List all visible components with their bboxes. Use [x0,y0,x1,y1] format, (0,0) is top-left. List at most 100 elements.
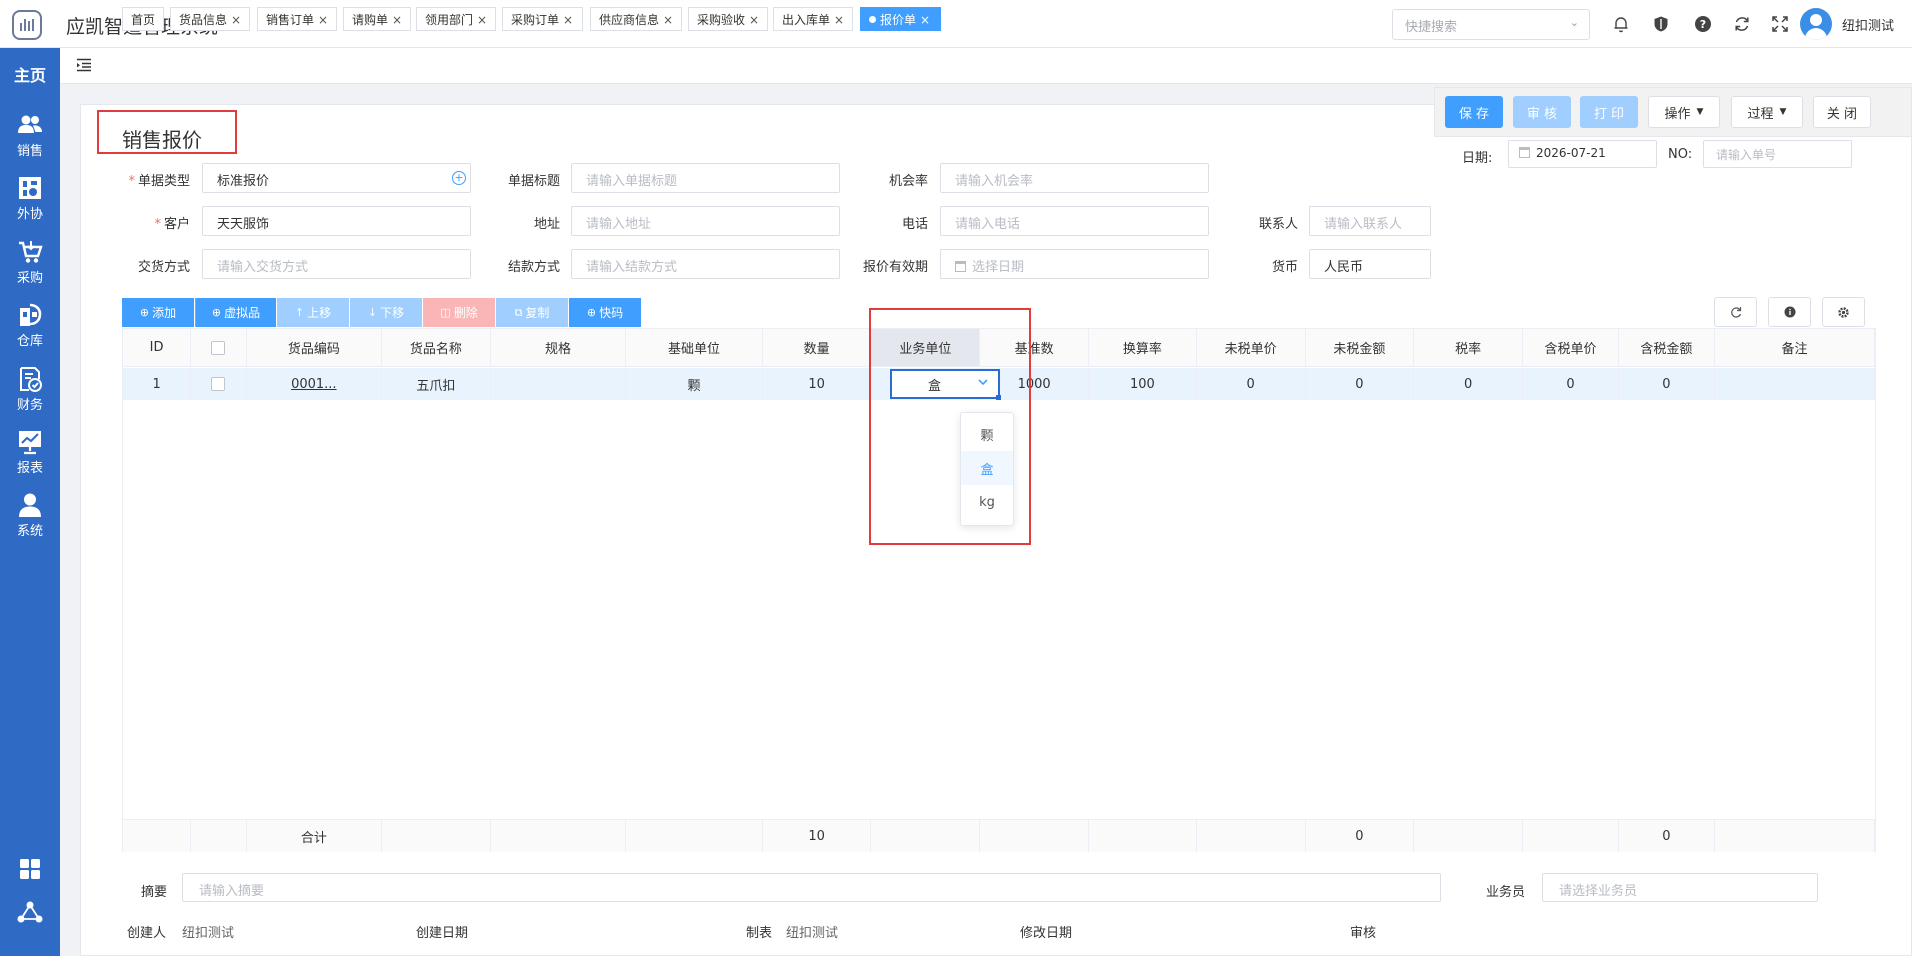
table-refresh-icon[interactable] [1714,297,1757,327]
payment-input[interactable]: 请输入结款方式 [571,249,840,279]
sidebar-item-report[interactable]: 报表 [0,429,60,476]
menu-collapse-icon[interactable] [76,58,92,72]
tab-2[interactable]: 销售订单 × [257,7,338,31]
sidebar-item-outsource[interactable]: 外协 [0,175,60,222]
delivery-input[interactable]: 请输入交货方式 [202,249,471,279]
table-cell[interactable]: 0 [1414,368,1524,400]
close-icon[interactable]: × [920,13,930,27]
sidebar-item-system[interactable]: 系统 [0,492,60,539]
table-cell[interactable]: 0 [1619,368,1715,400]
close-icon[interactable]: × [663,13,673,27]
table-cell[interactable] [191,820,247,852]
add-circle-icon[interactable]: + [452,171,466,185]
table-cell[interactable]: 合计 [247,820,383,852]
table-cell[interactable]: 0001... [247,368,383,400]
doc-title-input[interactable]: 请输入单据标题 [571,163,840,193]
salesperson-select[interactable]: 请选择业务员 [1542,873,1818,902]
close-icon[interactable]: × [477,13,487,27]
sidebar-item-home[interactable]: 主页 [0,62,60,86]
quick-code-button[interactable]: ⊕ 快码 [569,298,641,327]
tab-5[interactable]: 采购订单 × [502,7,583,31]
add-row-button[interactable]: ⊕ 添加 [122,298,194,327]
table-cell[interactable]: 颗 [626,368,763,400]
tab-4[interactable]: 领用部门 × [416,7,497,31]
operate-dropdown-button[interactable]: 操作 ▼ [1648,96,1720,128]
phone-input[interactable]: 请输入电话 [940,206,1209,236]
close-icon[interactable]: × [318,13,328,27]
move-down-button[interactable]: ↓ 下移 [350,298,422,327]
move-up-button[interactable]: ↑ 上移 [277,298,349,327]
table-cell[interactable]: 0 [1619,820,1715,852]
currency-field[interactable]: 人民币 [1309,249,1431,279]
table-cell[interactable] [626,820,763,852]
info-icon[interactable] [1768,297,1811,327]
tab-1[interactable]: 货品信息 × [170,7,251,31]
close-icon[interactable]: × [563,13,573,27]
table-cell[interactable]: 10 [763,368,872,400]
bell-icon[interactable] [1610,13,1632,35]
close-button[interactable]: 关 闭 [1813,96,1871,128]
audit-button[interactable]: 审 核 [1513,96,1571,128]
tab-0[interactable]: 首页 [122,7,165,31]
table-cell[interactable] [1197,820,1306,852]
copy-row-button[interactable]: ⧉ 复制 [496,298,568,327]
doc-type-field[interactable]: 标准报价 + [202,163,471,193]
shield-icon[interactable] [1650,13,1672,35]
table-cell[interactable]: 0 [1306,368,1415,400]
apps-grid-icon[interactable] [17,856,43,882]
table-cell[interactable] [1089,820,1197,852]
contact-input[interactable]: 请输入联系人 [1309,206,1431,236]
delete-row-button[interactable]: ◫ 删除 [423,298,495,327]
table-cell[interactable]: 0 [1306,820,1415,852]
tab-3[interactable]: 请购单 × [343,7,412,31]
table-cell[interactable]: 0 [1523,368,1619,400]
sidebar-item-sales[interactable]: 销售 [0,112,60,159]
print-button[interactable]: 打 印 [1580,96,1638,128]
validity-date-field[interactable]: 选择日期 [940,249,1209,279]
process-dropdown-button[interactable]: 过程 ▼ [1731,96,1803,128]
table-cell[interactable] [1523,820,1619,852]
table-cell[interactable]: 10 [763,820,872,852]
table-cell[interactable] [191,368,247,400]
table-cell[interactable] [871,820,981,852]
close-icon[interactable]: × [749,13,759,27]
table-cell[interactable] [123,820,192,852]
help-icon[interactable]: ? [1692,13,1714,35]
table-cell[interactable] [491,820,627,852]
sidebar-item-warehouse[interactable]: 仓库 [0,302,60,349]
avatar[interactable] [1800,8,1832,40]
order-number-input[interactable]: 请输入单号 [1703,140,1852,168]
tab-7[interactable]: 采购验收 × [688,7,769,31]
summary-input[interactable]: 请输入摘要 [182,873,1441,902]
close-icon[interactable]: × [231,13,241,27]
customer-field[interactable]: 天天服饰 [202,206,471,236]
tab-6[interactable]: 供应商信息 × [590,7,683,31]
date-field[interactable]: 2026-07-21 [1508,140,1657,168]
tab-9[interactable]: 报价单 × [860,7,941,31]
row-checkbox[interactable] [211,340,226,355]
sidebar-item-finance[interactable]: 财务 [0,366,60,413]
quick-search-select[interactable]: 快捷搜索 ⌄ [1392,9,1590,40]
table-cell[interactable]: 1 [123,368,192,400]
close-icon[interactable]: × [392,13,402,27]
table-cell[interactable]: 100 [1089,368,1197,400]
table-cell[interactable]: 0 [1197,368,1306,400]
table-cell[interactable] [491,368,627,400]
table-cell[interactable] [382,820,491,852]
settings-gear-icon[interactable] [1822,297,1865,327]
network-icon[interactable] [17,899,43,925]
table-cell[interactable]: 五爪扣 [382,368,491,400]
user-name[interactable]: 纽扣测试 [1842,15,1894,34]
table-cell[interactable] [1715,820,1876,852]
chance-rate-input[interactable]: 请输入机会率 [940,163,1209,193]
close-icon[interactable]: × [834,13,844,27]
virtual-item-button[interactable]: ⊕ 虚拟品 [195,298,276,327]
table-cell[interactable] [980,820,1089,852]
table-cell[interactable] [1414,820,1524,852]
tab-8[interactable]: 出入库单 × [773,7,854,31]
save-button[interactable]: 保 存 [1445,96,1503,128]
fullscreen-icon[interactable] [1769,13,1791,35]
sidebar-item-purchase[interactable]: 采购 [0,239,60,286]
table-cell[interactable] [1715,368,1876,400]
row-checkbox[interactable] [211,377,226,391]
